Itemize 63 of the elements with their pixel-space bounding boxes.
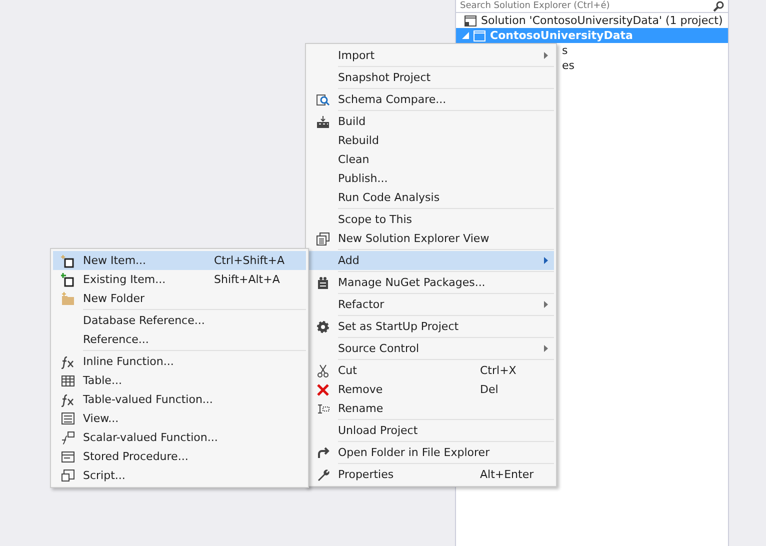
menu-item[interactable]: Reference... (53, 330, 306, 349)
menu-item[interactable]: Table-valued Function... (53, 390, 306, 409)
scissors-icon (316, 364, 330, 378)
procedure-icon (61, 450, 75, 464)
shortcut-text: Ctrl+Shift+A (214, 254, 286, 267)
menu-item[interactable]: New Folder (53, 289, 306, 308)
menu-item[interactable]: Run Code Analysis (308, 188, 554, 207)
menu-item[interactable]: Unload Project (308, 421, 554, 440)
menu-item[interactable]: Database Reference... (53, 311, 306, 330)
new-item-icon (61, 254, 75, 268)
wrench-icon (316, 468, 330, 482)
menu-item[interactable]: New Item... Ctrl+Shift+A (53, 251, 306, 270)
menu-item[interactable]: Rebuild (308, 131, 554, 150)
menu-item[interactable]: Scalar-valued Function... (53, 428, 306, 447)
menu-item[interactable]: Inline Function... (53, 352, 306, 371)
menu-item[interactable]: Cut Ctrl+X (308, 361, 554, 380)
expander-icon[interactable] (462, 32, 469, 39)
tree-item[interactable]: Solution 'ContosoUniversityData' (1 project) (456, 13, 728, 28)
search-field[interactable]: Search Solution Explorer (Ctrl+é) (456, 0, 728, 13)
menu-item[interactable]: Manage NuGet Packages... (308, 273, 554, 292)
menu-item[interactable]: Import (308, 46, 554, 65)
search-icon[interactable] (713, 0, 724, 12)
menu-item[interactable]: Schema Compare... (308, 90, 554, 109)
add-item-icon (61, 272, 75, 286)
menu-item[interactable]: Stored Procedure... (53, 447, 306, 466)
function-icon (61, 354, 75, 368)
menu-item[interactable]: Properties Alt+Enter (308, 465, 554, 484)
menu-item[interactable]: Publish... (308, 169, 554, 188)
solution-icon (464, 14, 477, 26)
shortcut-text: Alt+Enter (480, 468, 535, 481)
gear-icon (316, 320, 330, 334)
rename-icon (316, 402, 330, 416)
function-icon (61, 392, 75, 406)
menu-item[interactable]: Remove Del (308, 380, 554, 399)
menu-item[interactable]: Existing Item... Shift+Alt+A (53, 270, 306, 289)
shortcut-text: Del (480, 383, 500, 396)
menu-item[interactable]: Scope to This (308, 210, 554, 229)
menu-item[interactable]: Refactor (308, 295, 554, 314)
menu-item[interactable]: Add (308, 251, 554, 270)
menu-item[interactable]: Table... (53, 371, 306, 390)
menu-item[interactable]: New Solution Explorer View (308, 229, 554, 248)
menu-item[interactable]: Source Control (308, 339, 554, 358)
magnifier-document-icon (316, 92, 330, 106)
window-icon (316, 232, 330, 246)
curved-arrow-icon (316, 446, 330, 460)
menu-item[interactable]: Build (308, 112, 554, 131)
menu-item[interactable]: Clean (308, 150, 554, 169)
menu-item[interactable]: Snapshot Project (308, 68, 554, 87)
menu-item[interactable]: Script... (53, 466, 306, 485)
menu-item[interactable]: View... (53, 409, 306, 428)
scalar-function-icon (61, 430, 75, 444)
cross-icon (316, 382, 330, 396)
package-icon (316, 276, 330, 290)
menu-item[interactable]: Open Folder in File Explorer (308, 443, 554, 462)
script-icon (61, 468, 75, 482)
shortcut-text: Shift+Alt+A (214, 273, 281, 286)
window-icon (61, 412, 75, 426)
table-icon (61, 374, 75, 388)
build-icon (316, 114, 330, 128)
menu-item[interactable]: Rename (308, 399, 554, 418)
shortcut-text: Ctrl+X (480, 364, 518, 377)
menu-item[interactable]: Set as StartUp Project (308, 317, 554, 336)
folder-icon (61, 292, 75, 306)
